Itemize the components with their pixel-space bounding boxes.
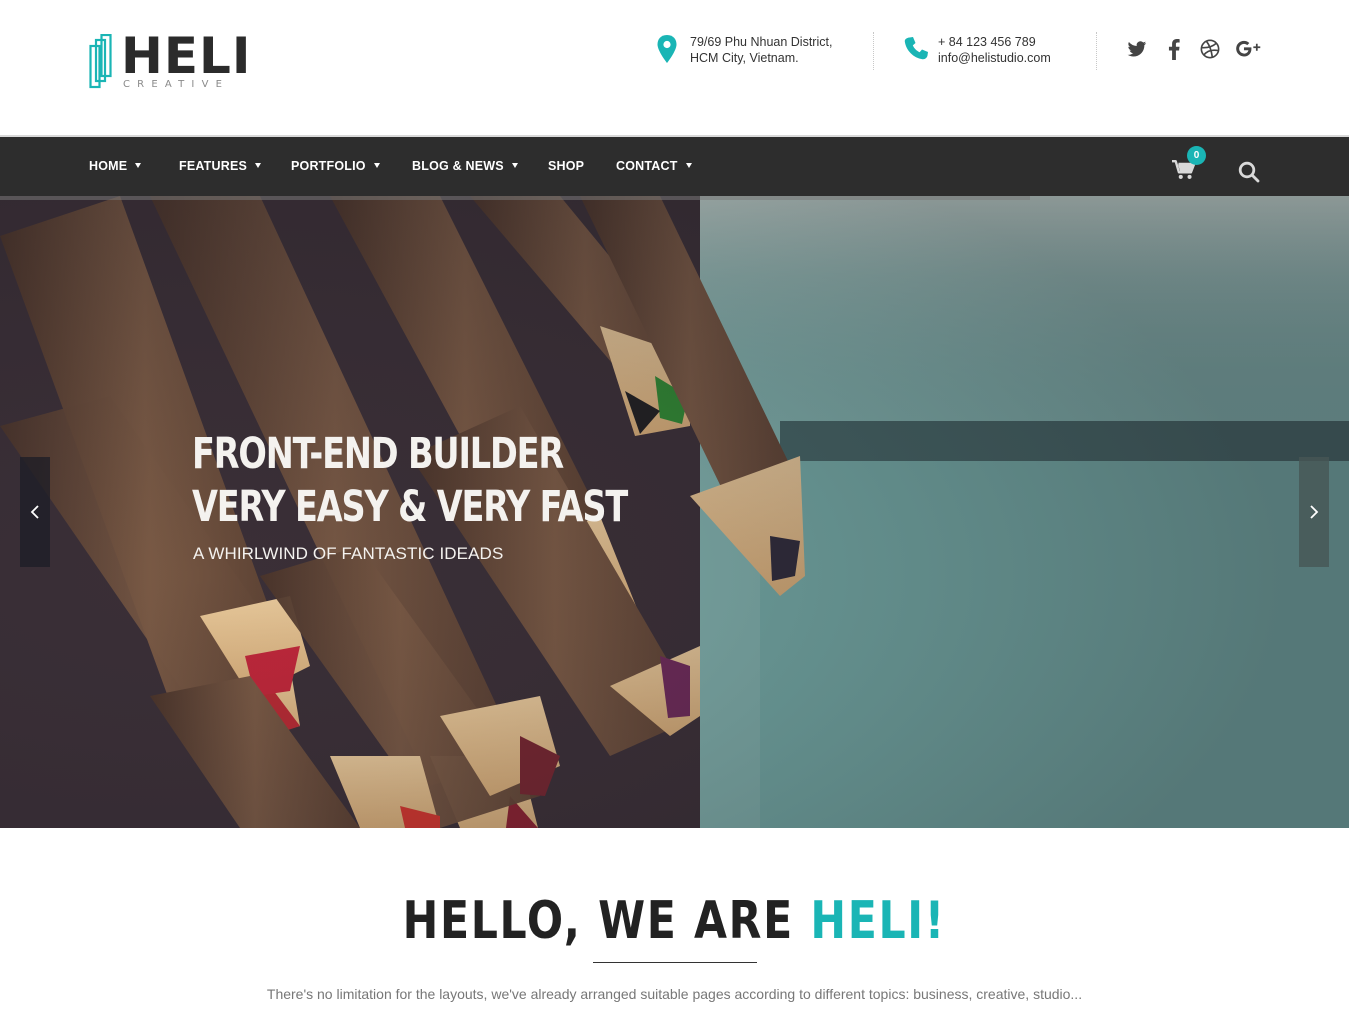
caret-down-icon — [135, 163, 142, 169]
email-address[interactable]: info@helistudio.com — [938, 50, 1051, 66]
intro-divider — [593, 962, 757, 963]
slider-progress-bar — [0, 196, 1030, 200]
logo-wordmark: HELI — [121, 27, 252, 85]
logo-mark-icon — [89, 34, 112, 89]
intro-text: There's no limitation for the layouts, w… — [266, 986, 1083, 1002]
logo[interactable]: HELI CREATIVE — [89, 28, 250, 94]
caret-down-icon — [373, 163, 380, 169]
phone-number[interactable]: + 84 123 456 789 — [938, 34, 1051, 50]
intro-heading-main: HELLO, WE ARE — [402, 891, 811, 951]
nav-item-shop[interactable]: SHOP — [548, 158, 584, 174]
caret-down-icon — [255, 163, 262, 169]
intro-heading-accent: HELI! — [810, 891, 947, 951]
caret-down-icon — [685, 163, 692, 169]
chevron-right-icon — [1310, 505, 1319, 519]
site-header: HELI CREATIVE 79/69 Phu Nhuan District, … — [0, 0, 1349, 135]
nav-item-features[interactable]: FEATURES — [179, 158, 262, 174]
hero-heading-line-1: FRONT-END BUILDER — [192, 429, 564, 479]
main-nav: HOME FEATURES PORTFOLIO BLOG & NEWS SHOP… — [0, 135, 1349, 196]
slider-prev-button[interactable] — [20, 457, 50, 567]
nav-item-contact[interactable]: CONTACT — [616, 158, 692, 174]
phone-block: + 84 123 456 789 info@helistudio.com — [904, 32, 1084, 72]
cart-count-badge: 0 — [1187, 146, 1206, 165]
address-line-1: 79/69 Phu Nhuan District, — [690, 35, 833, 49]
nav-label: SHOP — [548, 159, 585, 173]
google-plus-icon[interactable] — [1235, 36, 1263, 62]
social-links — [1125, 36, 1265, 64]
facebook-icon[interactable] — [1162, 36, 1186, 62]
hero-subtitle: A WHIRLWIND OF FANTASTIC IDEADS — [193, 544, 504, 563]
address-block: 79/69 Phu Nhuan District, HCM City, Viet… — [656, 32, 856, 72]
nav-item-blog-news[interactable]: BLOG & NEWS — [412, 158, 518, 174]
nav-item-home[interactable]: HOME — [89, 158, 142, 174]
twitter-icon[interactable] — [1125, 36, 1149, 62]
slider-next-button[interactable] — [1299, 457, 1329, 567]
nav-label: PORTFOLIO — [291, 159, 366, 173]
header-divider — [1096, 32, 1097, 70]
hero-heading-line-2: VERY EASY & VERY FAST — [192, 482, 628, 532]
chevron-left-icon — [30, 505, 39, 519]
nav-label: CONTACT — [616, 159, 678, 173]
search-icon[interactable] — [1238, 161, 1260, 183]
caret-down-icon — [511, 163, 518, 169]
intro-heading: HELLO, WE ARE HELI! — [0, 889, 1349, 953]
nav-label: HOME — [89, 159, 128, 173]
header-divider — [873, 32, 874, 70]
hero-slider: FRONT-END BUILDER VERY EASY & VERY FAST … — [0, 196, 1349, 828]
phone-icon — [904, 37, 928, 60]
nav-label: FEATURES — [179, 159, 248, 173]
dribbble-icon[interactable] — [1198, 36, 1222, 62]
address-line-2: HCM City, Vietnam. — [690, 51, 799, 65]
nav-item-portfolio[interactable]: PORTFOLIO — [291, 158, 380, 174]
nav-label: BLOG & NEWS — [412, 159, 504, 173]
map-pin-icon — [657, 35, 677, 63]
logo-tagline: CREATIVE — [123, 79, 230, 90]
